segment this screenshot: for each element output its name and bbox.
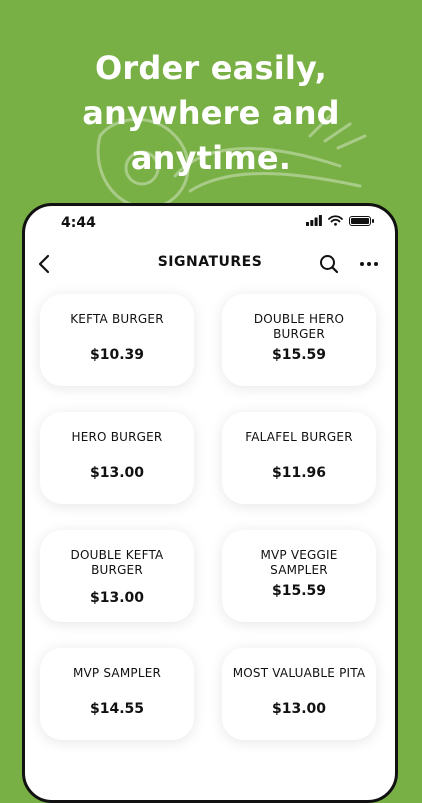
menu-item-price: $15.59 <box>271 583 327 599</box>
menu-item-name: HERO BURGER <box>71 430 163 444</box>
menu-item-price: $10.39 <box>89 347 145 363</box>
menu-item-name: MVP VEGGIE SAMPLER <box>260 548 338 577</box>
menu-item-card[interactable]: MOST VALUABLE PITA $13.00 <box>222 648 376 740</box>
wifi-icon <box>328 215 343 226</box>
status-time: 4:44 <box>61 215 96 231</box>
menu-item-card[interactable]: FALAFEL BURGER $11.96 <box>222 412 376 504</box>
menu-item-card[interactable]: MVP SAMPLER $14.55 <box>40 648 194 740</box>
menu-item-price: $11.96 <box>271 465 327 481</box>
signal-icon <box>306 215 322 226</box>
nav-bar: SIGNATURES <box>25 246 395 282</box>
menu-item-name: DOUBLE HERO BURGER <box>253 312 345 341</box>
menu-item-name: FALAFEL BURGER <box>245 430 353 444</box>
status-icons <box>306 215 374 226</box>
menu-item-card[interactable]: HERO BURGER $13.00 <box>40 412 194 504</box>
promo-line-1: Order easily, <box>95 49 327 87</box>
menu-item-name: MOST VALUABLE PITA <box>232 666 366 680</box>
menu-item-name: MVP SAMPLER <box>72 666 162 680</box>
status-bar: 4:44 <box>25 206 395 242</box>
menu-item-price: $15.59 <box>271 347 327 363</box>
menu-item-card[interactable]: DOUBLE HERO BURGER $15.59 <box>222 294 376 386</box>
battery-icon <box>349 215 374 226</box>
menu-item-card[interactable]: DOUBLE KEFTA BURGER $13.00 <box>40 530 194 622</box>
menu-item-card[interactable]: KEFTA BURGER $10.39 <box>40 294 194 386</box>
menu-item-price: $13.00 <box>271 701 327 717</box>
menu-item-price: $13.00 <box>89 590 145 606</box>
menu-item-price: $14.55 <box>89 701 145 717</box>
menu-item-price: $13.00 <box>89 465 145 481</box>
menu-item-name: KEFTA BURGER <box>70 312 164 326</box>
search-icon[interactable] <box>317 252 341 276</box>
more-horizontal-icon[interactable] <box>357 252 381 276</box>
menu-item-name: DOUBLE KEFTA BURGER <box>70 548 164 577</box>
phone-screen: 4:44 SIGNATURES KEFTA BURGER $10.39 DOUB… <box>22 203 398 803</box>
menu-item-card[interactable]: MVP VEGGIE SAMPLER $15.59 <box>222 530 376 622</box>
